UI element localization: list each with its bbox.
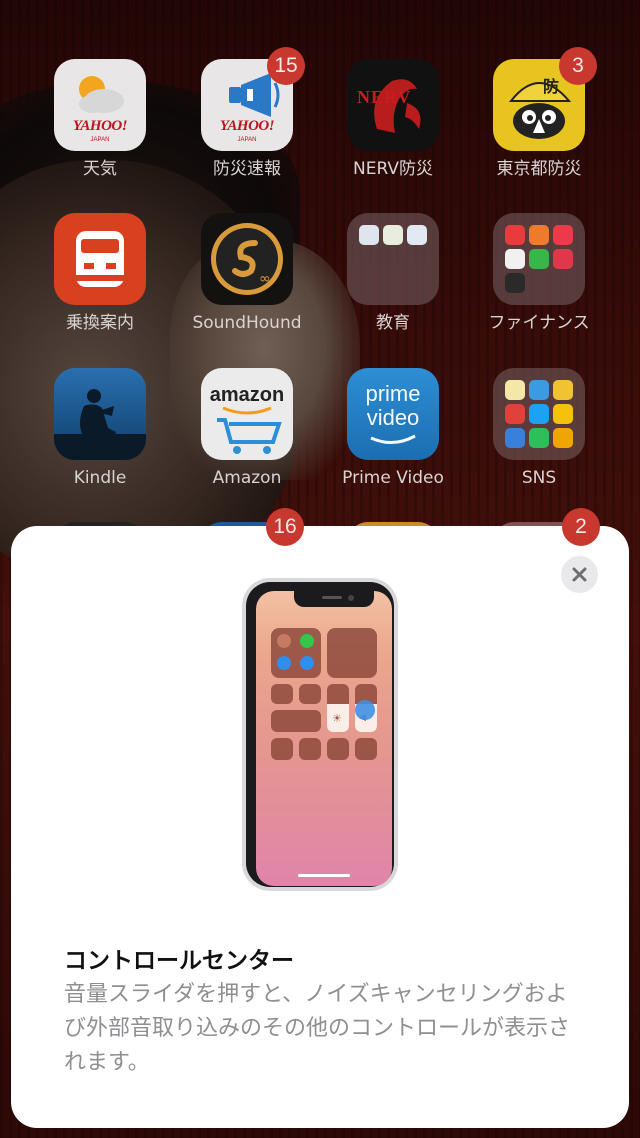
cc-small-button xyxy=(299,684,321,704)
mini-app-icon xyxy=(407,225,427,245)
close-button[interactable] xyxy=(561,556,598,593)
mini-app-icon xyxy=(505,273,525,293)
cc-wide-button xyxy=(271,710,321,732)
train-icon xyxy=(54,213,146,305)
kindle-icon xyxy=(54,368,146,460)
sheet-description: 音量スライダを押すと、ノイズキャンセリングおよび外部音取り込みのその他のコントロ… xyxy=(64,982,571,1075)
app-folder-finance[interactable]: ファイナンス xyxy=(479,213,599,333)
app-tokyo-bousai[interactable]: 3 防 東京都防災 xyxy=(479,47,599,179)
phone-notch xyxy=(294,591,374,607)
app-label: Kindle xyxy=(73,468,127,488)
mini-app-icon xyxy=(553,249,573,269)
app-label: NERV防災 xyxy=(353,159,433,179)
wifi-toggle xyxy=(277,656,291,670)
mini-app-icon xyxy=(553,428,573,448)
folder-icon xyxy=(493,368,585,460)
app-label: 乗換案内 xyxy=(66,313,134,333)
cc-small-button xyxy=(355,738,377,760)
amazon-icon: amazon xyxy=(201,368,293,460)
mini-app-icon xyxy=(529,404,549,424)
app-weather[interactable]: YAHOO! JAPAN 天気 xyxy=(40,59,160,179)
sheet-title: コントロールセンター xyxy=(64,948,294,974)
mini-app-icon xyxy=(529,380,549,400)
yahoo-weather-icon: YAHOO! JAPAN xyxy=(54,59,146,151)
mini-app-icon xyxy=(529,249,549,269)
app-label: Prime Video xyxy=(342,468,444,488)
cc-small-button xyxy=(299,738,321,760)
app-folder-kyoiku[interactable]: 教育 xyxy=(333,213,453,333)
yahoo-japan-text: JAPAN xyxy=(237,137,257,143)
mini-app-icon xyxy=(359,225,379,245)
mini-app-icon xyxy=(505,380,525,400)
yahoo-logo: YAHOO! xyxy=(219,118,275,134)
camera xyxy=(348,595,354,601)
app-label: 東京都防災 xyxy=(496,159,582,179)
mini-app-icon xyxy=(505,428,525,448)
close-icon xyxy=(572,567,587,582)
speaker xyxy=(322,596,342,599)
app-prime-video[interactable]: prime video Prime Video xyxy=(333,368,453,488)
iphone-illustration: ☀ ◀ xyxy=(242,578,398,891)
cc-small-button xyxy=(327,738,349,760)
mini-app-icon xyxy=(553,225,573,245)
cellular-toggle xyxy=(300,634,314,648)
app-label: ファイナンス xyxy=(488,313,590,333)
app-norikae[interactable]: 乗換案内 xyxy=(40,213,160,333)
home-indicator xyxy=(298,874,350,877)
phone-screen: ☀ ◀ xyxy=(256,591,392,886)
app-label: 天気 xyxy=(83,159,117,179)
yahoo-japan-text: JAPAN xyxy=(90,137,110,143)
notification-badge: 2 xyxy=(562,508,600,546)
cc-small-button xyxy=(271,738,293,760)
nerv-logo: NERV xyxy=(357,87,412,107)
brightness-icon: ☀ xyxy=(332,712,342,725)
svg-text:∞: ∞ xyxy=(259,271,271,287)
airplane-toggle xyxy=(277,634,291,648)
app-bousai-sokuho[interactable]: 15 YAHOO! JAPAN 防災速報 xyxy=(187,47,307,179)
bluetooth-toggle xyxy=(300,656,314,670)
mini-app-icon xyxy=(383,225,403,245)
bousai-logo-char: 防 xyxy=(543,77,560,96)
app-label: SoundHound xyxy=(192,313,302,333)
mini-app-icon xyxy=(529,428,549,448)
app-kindle[interactable]: Kindle xyxy=(40,368,160,488)
mini-app-icon xyxy=(553,380,573,400)
app-soundhound[interactable]: ∞ SoundHound xyxy=(187,213,307,333)
app-label: Amazon xyxy=(212,468,282,488)
cc-music-block xyxy=(327,628,377,678)
mini-app-icon xyxy=(529,225,549,245)
app-amazon[interactable]: amazon Amazon xyxy=(187,368,307,488)
notification-badge: 16 xyxy=(266,508,304,546)
app-folder-sns[interactable]: SNS xyxy=(479,368,599,488)
app-nerv[interactable]: NERV NERV防災 xyxy=(333,59,453,179)
app-label: 防災速報 xyxy=(213,159,281,179)
notification-badge: 15 xyxy=(267,47,305,85)
phone-bezel: ☀ ◀ xyxy=(246,582,394,887)
yahoo-logo: YAHOO! xyxy=(72,118,128,134)
prime-video-icon: prime video xyxy=(347,368,439,460)
mini-app-icon xyxy=(505,225,525,245)
soundhound-icon: ∞ xyxy=(201,213,293,305)
app-label: SNS xyxy=(521,468,557,488)
folder-icon xyxy=(493,213,585,305)
notification-badge: 3 xyxy=(559,47,597,85)
mini-app-icon xyxy=(505,404,525,424)
folder-icon xyxy=(347,213,439,305)
mini-app-icon xyxy=(553,404,573,424)
cc-small-button xyxy=(271,684,293,704)
touch-indicator xyxy=(355,700,375,720)
mini-app-icon xyxy=(505,249,525,269)
app-label: 教育 xyxy=(376,313,410,333)
nerv-icon: NERV xyxy=(347,59,439,151)
